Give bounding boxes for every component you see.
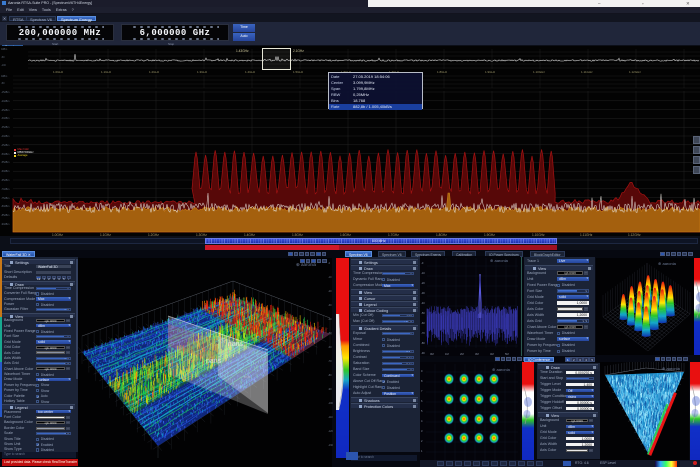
svg-text:-10: -10: [421, 271, 425, 275]
svg-text:-30: -30: [421, 291, 425, 295]
svg-text:n0s: n0s: [244, 374, 250, 379]
svg-text:⊕ aaronia: ⊕ aaronia: [658, 261, 677, 266]
svg-text:-50: -50: [421, 311, 425, 315]
svg-text:-70: -70: [421, 331, 425, 335]
svg-text:-20: -20: [421, 281, 425, 285]
svg-text:nans: nans: [228, 341, 244, 348]
svg-text:⊕ aaronia: ⊕ aaronia: [492, 367, 511, 372]
svg-text:-40: -40: [421, 301, 425, 305]
svg-text:-60: -60: [421, 321, 425, 325]
svg-text:-80: -80: [421, 341, 425, 345]
svg-text:⊕ aaronia: ⊕ aaronia: [662, 366, 681, 371]
svg-text:⊕ aaronia: ⊕ aaronia: [490, 258, 509, 263]
svg-text:-90: -90: [421, 351, 425, 355]
svg-text:nans: nans: [206, 358, 222, 365]
